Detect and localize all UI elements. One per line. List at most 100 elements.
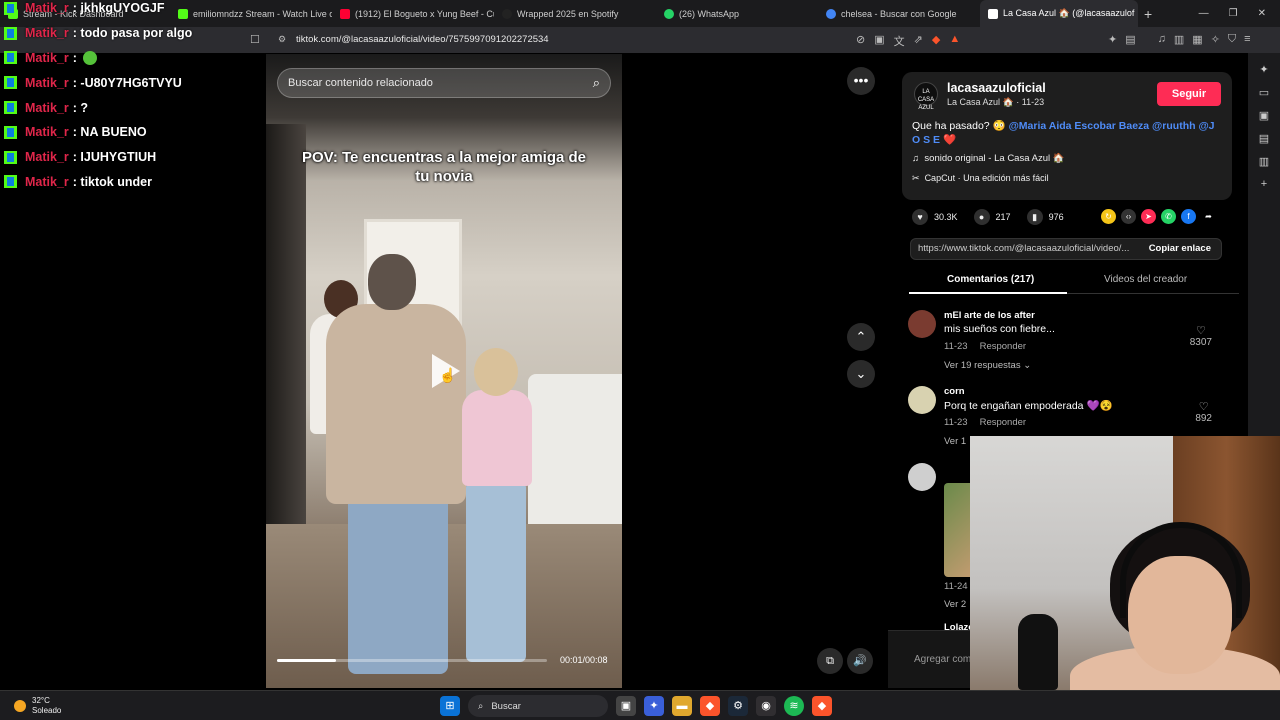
- folder-icon[interactable]: ▬: [672, 696, 692, 716]
- copy-link-button[interactable]: Copiar enlace: [1149, 239, 1211, 259]
- commenter-avatar[interactable]: [908, 310, 936, 338]
- spotify-icon[interactable]: ≋: [784, 696, 804, 716]
- commenter-avatar[interactable]: [908, 386, 936, 414]
- whatsapp-share-icon[interactable]: ✆: [1161, 209, 1176, 224]
- no-translate-icon[interactable]: ⊘: [856, 33, 865, 49]
- engagement-bar: ♥ 30.3K ● 217 ▮ 976: [912, 209, 1074, 225]
- video-caption: POV: Te encuentras a la mejor amiga de t…: [302, 149, 586, 185]
- view-replies-link[interactable]: Ver 2: [944, 599, 966, 610]
- taskbar-search[interactable]: ⌕ Buscar: [468, 695, 608, 717]
- brave-active-icon[interactable]: ◆: [812, 696, 832, 716]
- leo-icon[interactable]: ✧: [1211, 33, 1220, 46]
- comment-like-button[interactable]: ♡ 8307: [1190, 324, 1212, 348]
- obs-icon[interactable]: ◉: [756, 696, 776, 716]
- brave-icon[interactable]: ◆: [700, 696, 720, 716]
- share-buttons: ↻ ‹› ➤ ✆ f ➦: [1101, 209, 1216, 224]
- close-window-icon[interactable]: ✕: [1258, 8, 1266, 19]
- brave-shield-icon[interactable]: ◆: [932, 33, 940, 49]
- menu-icon[interactable]: ≡: [1244, 33, 1250, 46]
- capcut-link[interactable]: ✂ CapCut · Una edición más fácil: [912, 173, 1049, 184]
- comments-tabs: Comentarios (217) Videos del creador: [909, 266, 1239, 294]
- stream-chat-overlay: Matik_r: jkhkgUYOGJF Matik_r: todo pasa …: [0, 0, 260, 194]
- wallet-icon[interactable]: ▦: [1192, 33, 1202, 46]
- capcut-icon: ✂: [912, 173, 920, 183]
- screenshot-icon[interactable]: ▣: [874, 33, 884, 49]
- video-scene-girl: [452, 348, 542, 668]
- taskbar-apps: ⊞ ⌕ Buscar ▣ ✦ ▬ ◆ ⚙ ◉ ≋ ◆: [440, 695, 832, 717]
- view-replies-link[interactable]: Ver 1: [944, 436, 966, 447]
- send-icon[interactable]: ➤: [1141, 209, 1156, 224]
- tab-google[interactable]: chelsea - Buscar con Google: [818, 0, 980, 27]
- more-options-button[interactable]: •••: [847, 67, 875, 95]
- search-icon[interactable]: ⌕: [593, 75, 600, 91]
- tab-spotify-wrapped[interactable]: Wrapped 2025 en Spotify: [494, 0, 656, 27]
- vpn-icon[interactable]: ⛉: [1228, 33, 1236, 46]
- copilot-icon[interactable]: ✦: [644, 696, 664, 716]
- video-link-field[interactable]: https://www.tiktok.com/@lacasaazuloficia…: [910, 238, 1222, 260]
- tab-comments[interactable]: Comentarios (217): [947, 274, 1034, 285]
- extensions-icon[interactable]: ✦: [1108, 33, 1117, 46]
- reply-button[interactable]: Responder: [980, 341, 1026, 352]
- sidebar-icon[interactable]: ▤: [1125, 33, 1135, 46]
- tiktok-favicon-icon: [988, 8, 998, 19]
- sidebar-reading-icon[interactable]: ▤: [1259, 132, 1269, 145]
- comment-button[interactable]: ● 217: [973, 209, 1011, 225]
- frog-emote-icon: [82, 50, 97, 65]
- sidebar-chat-icon[interactable]: ▭: [1259, 86, 1269, 99]
- sidebar-add-icon[interactable]: +: [1261, 178, 1267, 190]
- reader-icon[interactable]: ▥: [1174, 33, 1184, 46]
- task-view-icon[interactable]: ▣: [616, 696, 636, 716]
- windows-icon[interactable]: ⊞: [440, 696, 460, 716]
- sidebar-bookmarks-icon[interactable]: ▥: [1259, 155, 1269, 168]
- share-icon[interactable]: ⇗: [914, 33, 923, 49]
- toolbar-icons: ✦ ▤ ♫ ▥ ▦ ✧ ⛉ ≡: [1108, 33, 1251, 46]
- active-tab-indicator: [909, 292, 1067, 294]
- commenter-avatar[interactable]: [908, 463, 936, 491]
- view-replies-link[interactable]: Ver 19 respuestas ⌄: [944, 360, 1031, 371]
- maximize-icon[interactable]: ❐: [1229, 8, 1238, 19]
- tab-tiktok-active[interactable]: La Casa Azul 🏠 (@lacasaazulof✕: [980, 0, 1138, 27]
- facebook-share-icon[interactable]: f: [1181, 209, 1196, 224]
- save-button[interactable]: ▮ 976: [1026, 209, 1064, 225]
- previous-video-button[interactable]: ⌃: [847, 323, 875, 351]
- music-link[interactable]: ♫ sonido original - La Casa Azul 🏠: [912, 153, 1065, 164]
- weather-widget[interactable]: 32°C Soleado: [14, 696, 61, 716]
- creator-avatar[interactable]: LA CASA AZUL: [914, 82, 938, 111]
- site-info-icon[interactable]: ⚙: [278, 34, 286, 45]
- video-player[interactable]: Buscar contenido relacionado ⌕ POV: Te en…: [266, 54, 622, 688]
- video-progress-bar[interactable]: [277, 659, 547, 662]
- tab-whatsapp[interactable]: (26) WhatsApp: [656, 0, 818, 27]
- follow-button[interactable]: Seguir: [1157, 82, 1221, 106]
- comment-like-button[interactable]: ♡ 892: [1195, 400, 1212, 424]
- commenter-name[interactable]: mEl arte de los after: [944, 310, 1035, 321]
- repost-icon[interactable]: ↻: [1101, 209, 1116, 224]
- commenter-name[interactable]: corn: [944, 386, 965, 397]
- chat-message: Matik_r: tiktok under: [0, 170, 260, 195]
- microphone-icon: [1018, 614, 1058, 690]
- bookmark-icon: ▮: [1026, 209, 1043, 225]
- translate-icon[interactable]: 文: [894, 33, 905, 49]
- related-search-input[interactable]: Buscar contenido relacionado ⌕: [277, 68, 611, 98]
- volume-button[interactable]: 🔊: [847, 648, 873, 674]
- music-icon[interactable]: ♫: [1158, 33, 1166, 46]
- steam-icon[interactable]: ⚙: [728, 696, 748, 716]
- sidebar-wallet-icon[interactable]: ▣: [1259, 109, 1269, 122]
- floating-player-button[interactable]: ⧉: [817, 648, 843, 674]
- more-share-icon[interactable]: ➦: [1201, 209, 1216, 224]
- minimize-icon[interactable]: —: [1199, 8, 1209, 19]
- tab-youtube[interactable]: (1912) El Bogueto x Yung Beef - Cua: [332, 0, 494, 27]
- kick-badge-icon: [4, 76, 17, 90]
- url-field[interactable]: tiktok.com/@lacasaazuloficial/video/7575…: [296, 34, 549, 45]
- creator-username[interactable]: lacasaazuloficial: [947, 81, 1046, 95]
- like-button[interactable]: ♥ 30.3K: [912, 209, 958, 225]
- kick-badge-icon: [4, 101, 17, 115]
- brave-rewards-icon[interactable]: ▲: [949, 33, 960, 49]
- sidebar-leo-icon[interactable]: ✦: [1259, 63, 1268, 76]
- reply-button[interactable]: Responder: [980, 417, 1026, 428]
- comment-text: Porq te engañan empoderada 💜😵: [944, 400, 1113, 412]
- new-tab-button[interactable]: +: [1144, 6, 1152, 22]
- tab-creator-videos[interactable]: Videos del creador: [1104, 274, 1187, 285]
- embed-icon[interactable]: ‹›: [1121, 209, 1136, 224]
- next-video-button[interactable]: ⌄: [847, 360, 875, 388]
- chat-message: Matik_r: ?: [0, 95, 260, 120]
